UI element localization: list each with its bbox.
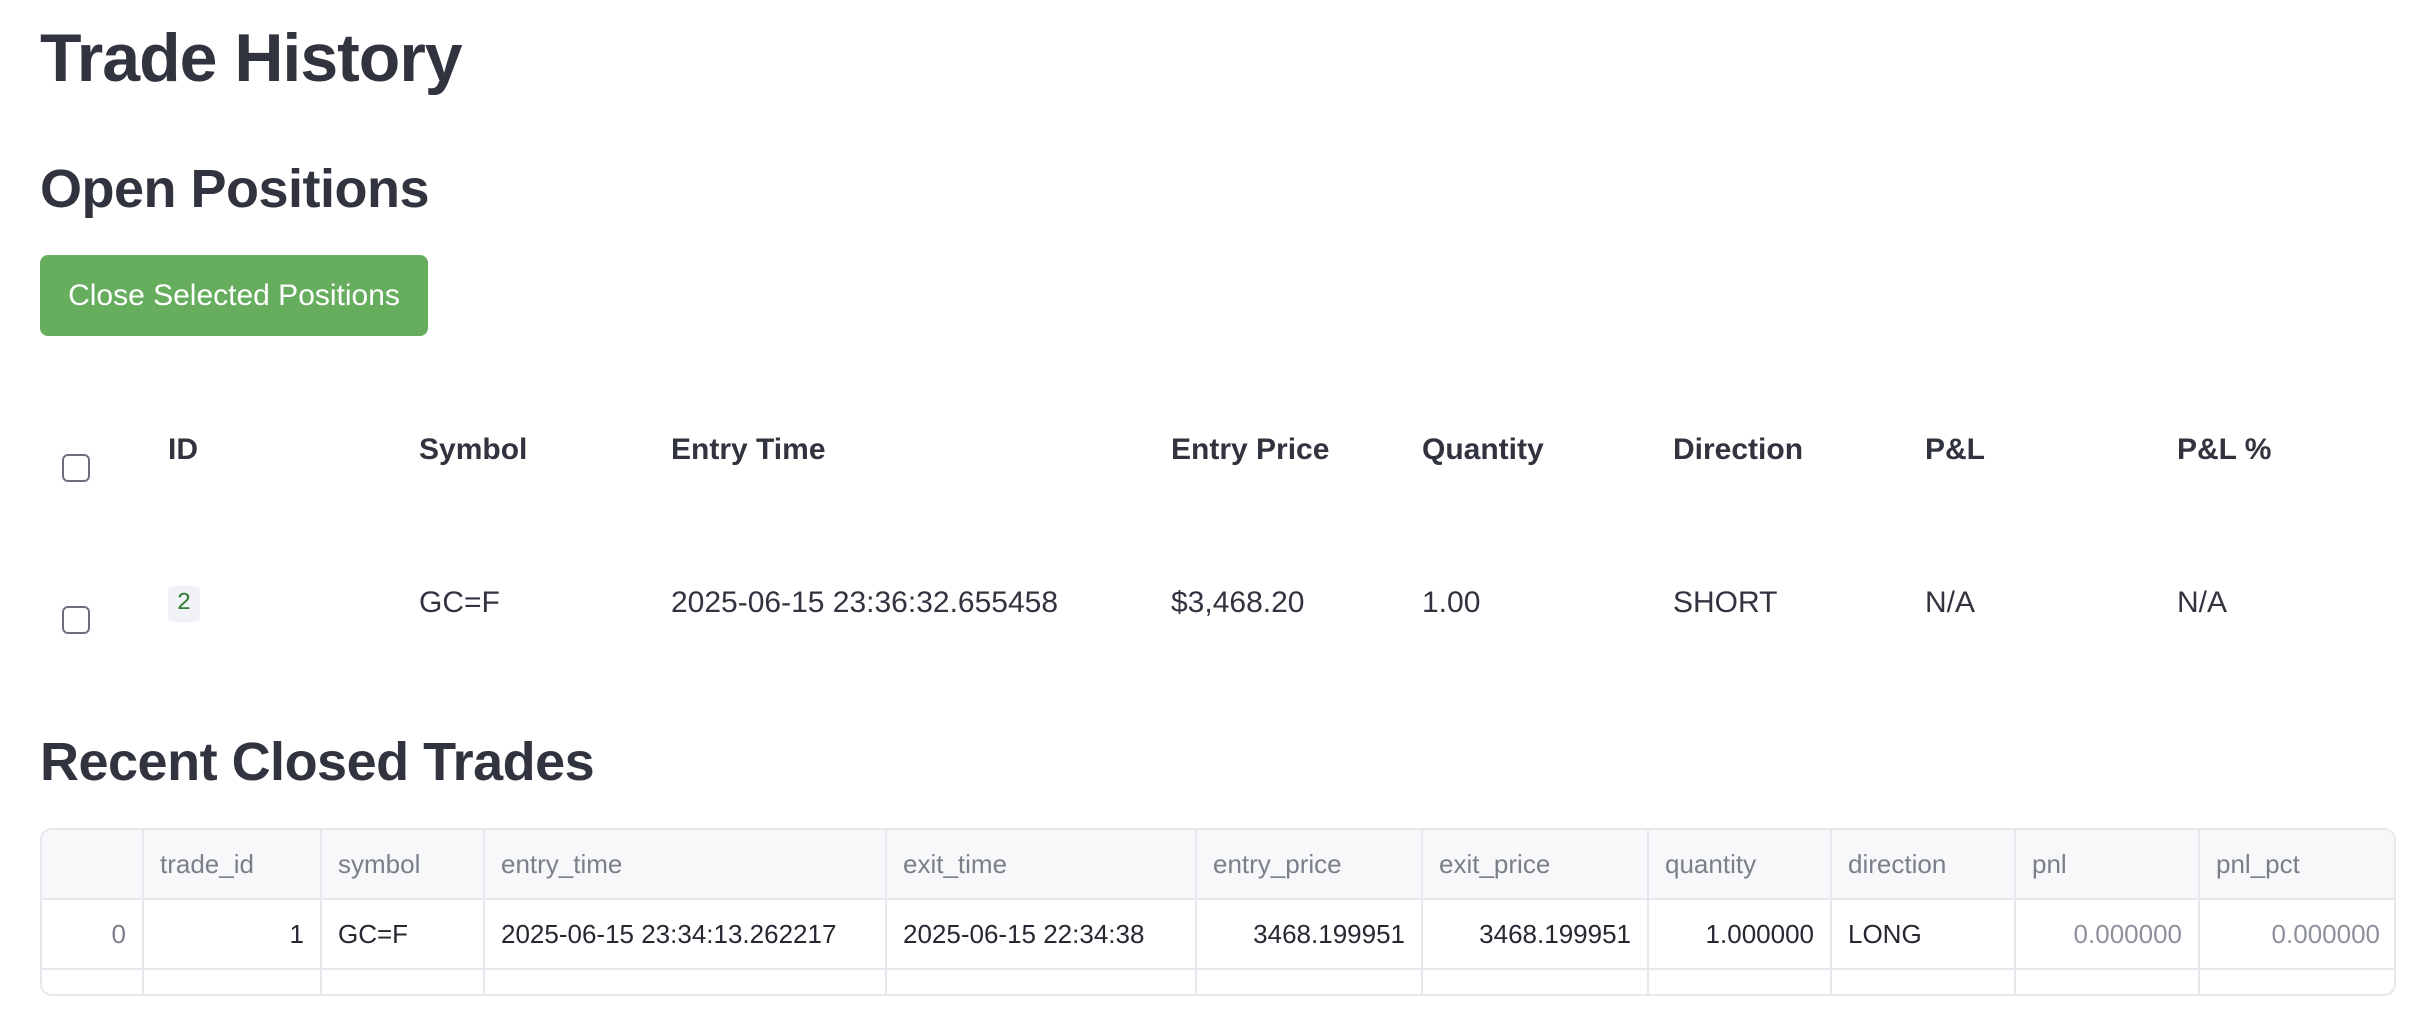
column-header-exit-price[interactable]: exit_price xyxy=(1422,830,1649,900)
header-pnl: P&L xyxy=(1925,433,1985,466)
closed-trades-heading: Recent Closed Trades xyxy=(40,732,595,792)
closed-trades-table[interactable]: trade_id symbol entry_time exit_time ent… xyxy=(40,828,2396,996)
column-header-pnl[interactable]: pnl xyxy=(2015,830,2200,900)
header-pnl-pct: P&L % xyxy=(2177,433,2272,466)
header-entry-time: Entry Time xyxy=(671,433,826,466)
cell-exit-price[interactable]: 3468.199951 xyxy=(1422,899,1649,970)
header-entry-price: Entry Price xyxy=(1171,433,1330,466)
position-pnl: N/A xyxy=(1925,586,1976,619)
header-direction: Direction xyxy=(1673,433,1804,466)
position-entry-time: 2025-06-15 23:36:32.655458 xyxy=(671,586,1059,619)
column-header-quantity[interactable]: quantity xyxy=(1648,830,1832,900)
column-header-entry-time[interactable]: entry_time xyxy=(484,830,887,900)
trade-history-page: Trade History Open Positions Close Selec… xyxy=(0,0,2432,1026)
column-header-pnl-pct[interactable]: pnl_pct xyxy=(2199,830,2394,900)
header-quantity: Quantity xyxy=(1422,433,1544,466)
position-entry-price: $3,468.20 xyxy=(1171,586,1305,619)
cell-entry-time[interactable]: 2025-06-15 23:34:13.262217 xyxy=(484,899,887,970)
column-header-trade-id[interactable]: trade_id xyxy=(143,830,322,900)
cell-exit-time[interactable]: 2025-06-15 22:34:38 xyxy=(886,899,1197,970)
position-id-badge: 2 xyxy=(168,586,200,622)
table-empty-row xyxy=(42,969,2394,994)
cell-pnl[interactable]: 0.000000 xyxy=(2015,899,2200,970)
cell-trade-id[interactable]: 1 xyxy=(143,899,322,970)
header-symbol: Symbol xyxy=(419,433,528,466)
position-direction: SHORT xyxy=(1673,586,1778,619)
page-title: Trade History xyxy=(40,20,463,96)
close-selected-positions-button[interactable]: Close Selected Positions xyxy=(40,255,428,336)
position-quantity: 1.00 xyxy=(1422,586,1481,619)
row-index: 0 xyxy=(42,899,144,970)
column-header-symbol[interactable]: symbol xyxy=(321,830,485,900)
position-pnl-pct: N/A xyxy=(2177,586,2228,619)
position-select-checkbox[interactable] xyxy=(62,606,90,634)
cell-symbol[interactable]: GC=F xyxy=(321,899,485,970)
column-header-direction[interactable]: direction xyxy=(1831,830,2016,900)
closed-trades-header-row: trade_id symbol entry_time exit_time ent… xyxy=(42,830,2394,900)
column-header-index[interactable] xyxy=(42,830,144,900)
cell-quantity[interactable]: 1.000000 xyxy=(1648,899,1832,970)
cell-entry-price[interactable]: 3468.199951 xyxy=(1196,899,1423,970)
cell-pnl-pct[interactable]: 0.000000 xyxy=(2199,899,2394,970)
column-header-entry-price[interactable]: entry_price xyxy=(1196,830,1423,900)
header-id: ID xyxy=(168,433,198,466)
cell-direction[interactable]: LONG xyxy=(1831,899,2016,970)
select-all-checkbox[interactable] xyxy=(62,454,90,482)
column-header-exit-time[interactable]: exit_time xyxy=(886,830,1197,900)
table-row[interactable]: 0 1 GC=F 2025-06-15 23:34:13.262217 2025… xyxy=(42,899,2394,970)
open-positions-heading: Open Positions xyxy=(40,159,430,219)
position-symbol: GC=F xyxy=(419,586,500,619)
